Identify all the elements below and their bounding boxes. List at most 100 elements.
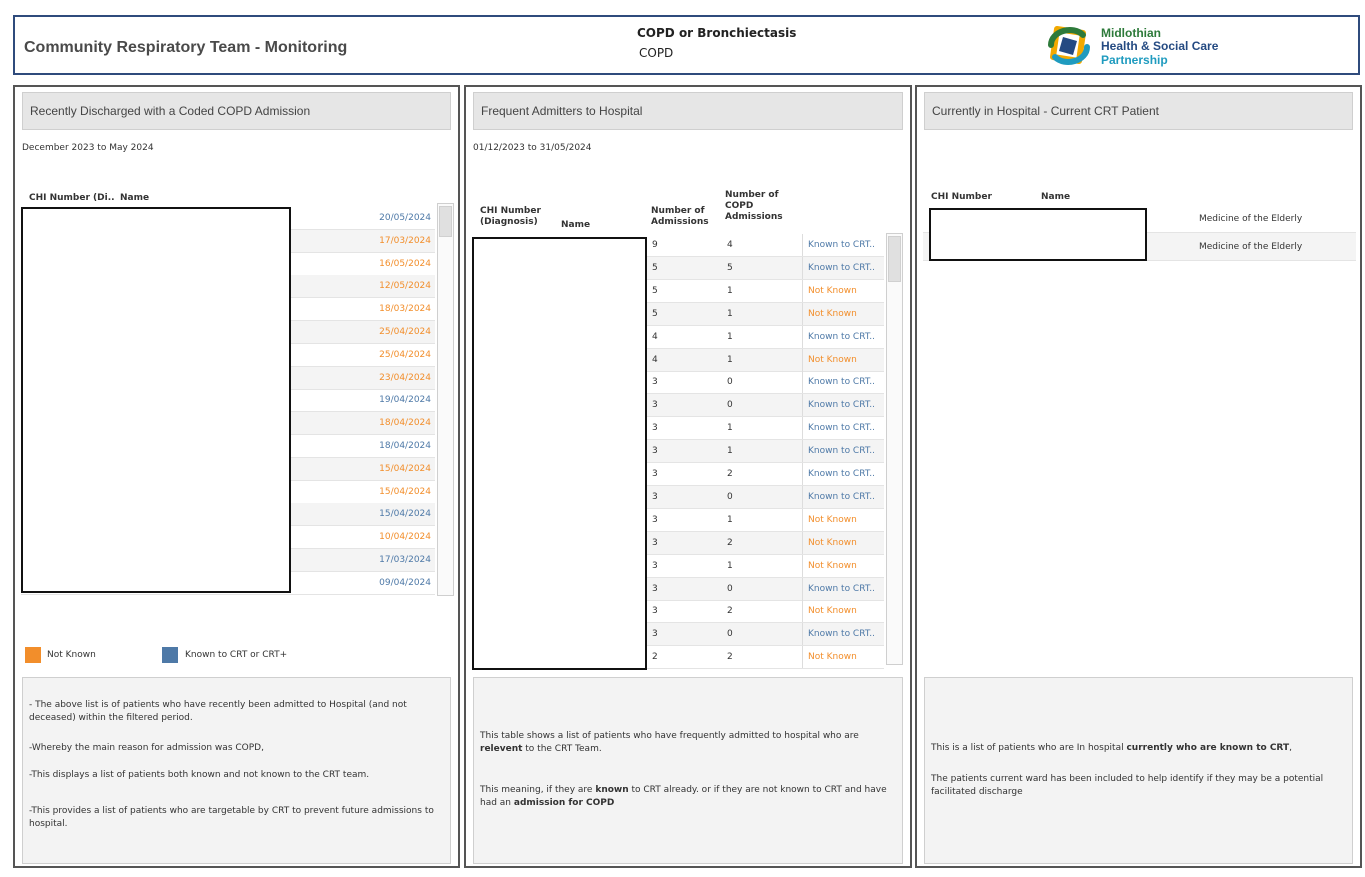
discharge-date: 15/04/2024 [379, 486, 431, 497]
logo-text-hscp: Health & Social Care [1101, 39, 1219, 53]
copd-admissions-count: 1 [727, 514, 733, 525]
partnership-logo: Midlothian Health & Social Care Partners… [1043, 23, 1241, 69]
crt-status: Known to CRT.. [802, 463, 884, 485]
logo-mark-icon [1048, 26, 1090, 65]
recently-discharged-panel: Recently Discharged with a Coded COPD Ad… [13, 85, 460, 868]
copd-admissions-count: 2 [727, 652, 733, 663]
copd-admissions-count: 1 [727, 354, 733, 365]
panel-notes: This is a list of patients who are In ho… [924, 677, 1353, 864]
discharge-date: 19/04/2024 [379, 395, 431, 406]
crt-status: Not Known [802, 508, 884, 531]
note-line: -Whereby the main reason for admission w… [29, 743, 264, 753]
crt-status: Known to CRT.. [802, 371, 884, 394]
column-header-name[interactable]: Name [561, 220, 590, 231]
crt-status: Not Known [802, 531, 884, 554]
copd-admissions-count: 1 [727, 331, 733, 342]
crt-status: Known to CRT.. [802, 440, 884, 463]
panel-title: Currently in Hospital - Current CRT Pati… [924, 92, 1353, 130]
legend-not-known-label: Not Known [47, 650, 96, 660]
column-header-chi[interactable]: CHI Number (Di.. [29, 193, 115, 204]
column-header-copd-admissions[interactable]: Number of COPD Admissions [725, 190, 795, 223]
admissions-count: 5 [652, 285, 658, 296]
discharge-date: 23/04/2024 [379, 372, 431, 383]
logo-text-partnership: Partnership [1101, 53, 1168, 67]
discharge-date: 15/04/2024 [379, 463, 431, 474]
copd-admissions-count: 1 [727, 560, 733, 571]
copd-admissions-count: 0 [727, 491, 733, 502]
admissions-count: 3 [652, 446, 658, 457]
crt-status: Known to CRT.. [802, 577, 884, 600]
admissions-count: 3 [652, 423, 658, 434]
discharge-date: 25/04/2024 [379, 349, 431, 360]
note-line: The patients current ward has been inclu… [931, 774, 1324, 797]
discharge-date: 10/04/2024 [379, 532, 431, 543]
discharge-date: 17/03/2024 [379, 555, 431, 565]
column-header-chi[interactable]: CHI Number (Diagnosis) [480, 206, 550, 228]
admissions-count: 4 [652, 331, 658, 342]
redacted-patient-details [929, 208, 1147, 261]
current-ward: Medicine of the Elderly [1199, 214, 1303, 224]
copd-admissions-count: 0 [727, 377, 733, 388]
column-header-name[interactable]: Name [1041, 192, 1070, 203]
currently-in-hospital-panel: Currently in Hospital - Current CRT Pati… [915, 85, 1362, 868]
note-line: - The above list is of patients who have… [29, 700, 407, 723]
column-header-admissions[interactable]: Number of Admissions [651, 206, 716, 228]
copd-admissions-count: 0 [727, 400, 733, 411]
crt-status: Known to CRT.. [802, 417, 884, 440]
admissions-count: 3 [652, 377, 658, 388]
crt-status: Known to CRT.. [802, 234, 884, 256]
redacted-patient-details [21, 207, 291, 593]
copd-admissions-count: 2 [727, 537, 733, 548]
crt-status: Known to CRT.. [802, 325, 884, 348]
page-title: Community Respiratory Team - Monitoring [24, 39, 348, 56]
admissions-count: 9 [652, 240, 658, 250]
scrollbar-thumb[interactable] [888, 236, 901, 282]
crt-status: Known to CRT.. [802, 256, 884, 279]
copd-admissions-count: 1 [727, 308, 733, 319]
condition-filter-value[interactable]: COPD [639, 46, 673, 60]
crt-status: Not Known [802, 279, 884, 302]
discharge-date: 15/04/2024 [379, 509, 431, 520]
period-label: 01/12/2023 to 31/05/2024 [473, 143, 592, 153]
admissions-count: 3 [652, 537, 658, 548]
diagnosis-filter-value[interactable]: COPD or Bronchiectasis [637, 26, 796, 40]
period-label: December 2023 to May 2024 [22, 143, 154, 153]
admissions-count: 5 [652, 308, 658, 319]
discharge-date: 17/03/2024 [379, 235, 431, 246]
copd-admissions-count: 2 [727, 606, 733, 617]
frequent-admitters-panel: Frequent Admitters to Hospital 01/12/202… [464, 85, 912, 868]
crt-status: Not Known [802, 646, 884, 669]
admissions-count: 3 [652, 469, 658, 479]
table-scrollbar[interactable] [886, 233, 903, 665]
crt-status: Not Known [802, 554, 884, 577]
discharge-date: 20/05/2024 [379, 213, 431, 223]
copd-admissions-count: 0 [727, 629, 733, 640]
discharge-date: 25/04/2024 [379, 327, 431, 337]
discharge-date: 09/04/2024 [379, 577, 431, 588]
not-known-swatch [25, 647, 41, 663]
column-header-chi[interactable]: CHI Number [931, 192, 992, 203]
admissions-count: 3 [652, 560, 658, 571]
admissions-count: 2 [652, 652, 658, 663]
discharge-date: 18/04/2024 [379, 418, 431, 429]
discharge-date: 18/03/2024 [379, 304, 431, 315]
crt-status: Known to CRT.. [802, 623, 884, 646]
redacted-patient-details [472, 237, 647, 670]
panel-title: Recently Discharged with a Coded COPD Ad… [22, 92, 451, 130]
admissions-count: 4 [652, 354, 658, 365]
panel-notes: This table shows a list of patients who … [473, 677, 903, 864]
note-line: -This provides a list of patients who ar… [29, 806, 434, 829]
crt-status: Not Known [802, 600, 884, 623]
logo-text-midlothian: Midlothian [1101, 26, 1161, 40]
table-scrollbar[interactable] [437, 203, 454, 596]
crt-status: Not Known [802, 348, 884, 371]
column-header-name[interactable]: Name [120, 193, 149, 204]
copd-admissions-count: 4 [727, 240, 733, 250]
current-ward: Medicine of the Elderly [1199, 242, 1303, 252]
scrollbar-thumb[interactable] [439, 206, 452, 237]
discharge-date: 18/04/2024 [379, 441, 431, 451]
admissions-count: 3 [652, 583, 658, 594]
panel-notes: - The above list is of patients who have… [22, 677, 451, 864]
admissions-count: 5 [652, 262, 658, 273]
legend-known-label: Known to CRT or CRT+ [185, 650, 288, 660]
